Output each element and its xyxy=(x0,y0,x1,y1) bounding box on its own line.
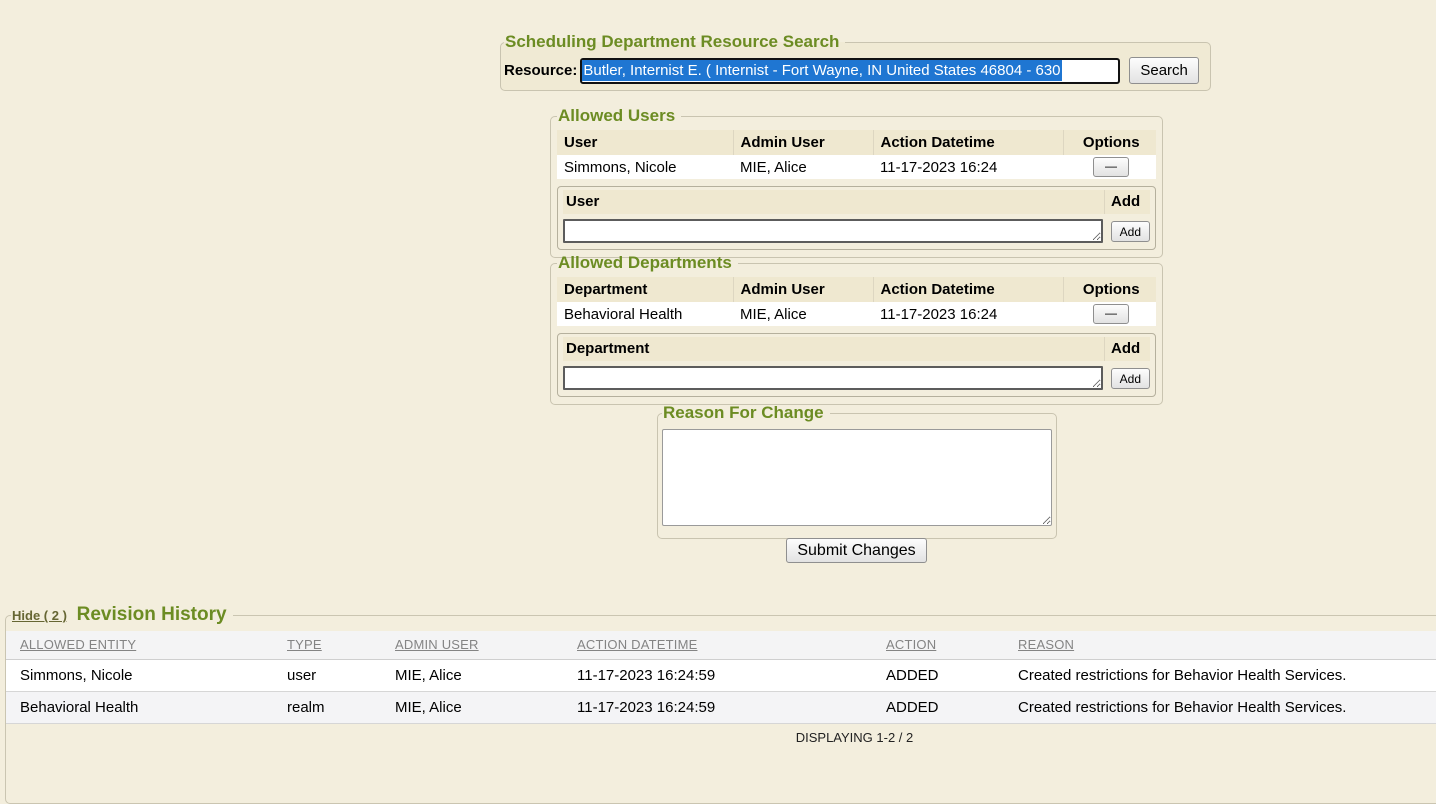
revision-admin: MIE, Alice xyxy=(389,692,571,724)
resource-search-legend: Scheduling Department Resource Search xyxy=(504,32,845,52)
revision-action: ADDED xyxy=(880,660,1012,692)
revision-admin: MIE, Alice xyxy=(389,660,571,692)
resource-search-fieldset: Scheduling Department Resource Search Re… xyxy=(500,32,1211,91)
reason-for-change-legend: Reason For Change xyxy=(662,403,830,423)
revision-datetime: 11-17-2023 16:24:59 xyxy=(571,692,880,724)
allowed-user-row: Simmons, Nicole MIE, Alice 11-17-2023 16… xyxy=(557,155,1156,179)
column-header-admin-user: Admin User xyxy=(733,130,873,155)
revision-reason: Created restrictions for Behavior Health… xyxy=(1012,692,1436,724)
column-header-action-datetime: Action Datetime xyxy=(873,277,1063,302)
revision-type: realm xyxy=(281,692,389,724)
resource-input[interactable]: Butler, Internist E. ( Internist - Fort … xyxy=(580,58,1120,84)
revision-datetime: 11-17-2023 16:24:59 xyxy=(571,660,880,692)
reason-for-change-fieldset: Reason For Change xyxy=(657,403,1057,539)
revision-history-legend: Hide ( 2 ) Revision History xyxy=(11,604,233,626)
allowed-user-name: Simmons, Nicole xyxy=(557,155,733,179)
add-department-box: Department Add Add xyxy=(557,333,1156,397)
column-header-options: Options xyxy=(1063,130,1156,155)
allowed-department-datetime: 11-17-2023 16:24 xyxy=(873,302,1063,326)
add-user-add-label: Add xyxy=(1104,190,1150,214)
revision-history-fieldset: Hide ( 2 ) Revision History ALLOWED ENTI… xyxy=(5,604,1436,804)
column-header-user: User xyxy=(557,130,733,155)
add-department-add-label: Add xyxy=(1104,337,1150,361)
allowed-department-row: Behavioral Health MIE, Alice 11-17-2023 … xyxy=(557,302,1156,326)
sort-type-link[interactable]: TYPE xyxy=(287,637,322,652)
revision-history-table: ALLOWED ENTITY TYPE ADMIN USER ACTION DA… xyxy=(6,631,1436,724)
add-user-box: User Add Add xyxy=(557,186,1156,250)
column-header-options: Options xyxy=(1063,277,1156,302)
allowed-departments-table: Department Admin User Action Datetime Op… xyxy=(557,277,1156,326)
revision-row: Behavioral Health realm MIE, Alice 11-17… xyxy=(6,692,1436,724)
add-user-row: Add xyxy=(563,219,1150,243)
revision-action: ADDED xyxy=(880,692,1012,724)
allowed-user-admin: MIE, Alice xyxy=(733,155,873,179)
allowed-departments-header-row: Department Admin User Action Datetime Op… xyxy=(557,277,1156,302)
sort-action-datetime-link[interactable]: ACTION DATETIME xyxy=(577,637,697,652)
allowed-department-admin: MIE, Alice xyxy=(733,302,873,326)
add-user-input[interactable] xyxy=(563,219,1103,243)
allowed-users-legend: Allowed Users xyxy=(557,106,681,126)
allowed-departments-fieldset: Allowed Departments Department Admin Use… xyxy=(550,253,1163,405)
hide-link[interactable]: Hide ( 2 ) xyxy=(12,608,67,623)
remove-department-button[interactable]: — xyxy=(1093,304,1129,324)
resource-row: Resource: Butler, Internist E. ( Interni… xyxy=(504,57,1206,84)
add-user-header: User Add xyxy=(563,190,1150,214)
allowed-departments-legend: Allowed Departments xyxy=(557,253,738,273)
revision-history-title: Revision History xyxy=(77,604,227,625)
allowed-users-fieldset: Allowed Users User Admin User Action Dat… xyxy=(550,106,1163,258)
allowed-users-table: User Admin User Action Datetime Options … xyxy=(557,130,1156,179)
revision-row: Simmons, Nicole user MIE, Alice 11-17-20… xyxy=(6,660,1436,692)
reason-textarea[interactable] xyxy=(662,429,1052,526)
revision-entity: Behavioral Health xyxy=(6,692,281,724)
column-header-action-datetime: Action Datetime xyxy=(873,130,1063,155)
submit-changes-button[interactable]: Submit Changes xyxy=(786,538,927,563)
column-header-admin-user: Admin User xyxy=(733,277,873,302)
revision-history-header-row: ALLOWED ENTITY TYPE ADMIN USER ACTION DA… xyxy=(6,631,1436,660)
allowed-users-header-row: User Admin User Action Datetime Options xyxy=(557,130,1156,155)
revision-entity: Simmons, Nicole xyxy=(6,660,281,692)
revision-reason: Created restrictions for Behavior Health… xyxy=(1012,660,1436,692)
add-department-input[interactable] xyxy=(563,366,1103,390)
revision-type: user xyxy=(281,660,389,692)
add-user-button[interactable]: Add xyxy=(1111,221,1150,242)
sort-action-link[interactable]: ACTION xyxy=(886,637,936,652)
add-department-column-label: Department xyxy=(563,337,1104,361)
add-department-button[interactable]: Add xyxy=(1111,368,1150,389)
scheduling-resource-restrictions-page: { "colors": { "page_bg": "#f3eedd", "bei… xyxy=(0,0,1436,749)
add-department-row: Add xyxy=(563,366,1150,390)
resource-label: Resource: xyxy=(504,62,577,79)
paging-status: DISPLAYING 1-2 / 2 xyxy=(6,724,1436,751)
allowed-user-datetime: 11-17-2023 16:24 xyxy=(873,155,1063,179)
resource-input-selected-text: Butler, Internist E. ( Internist - Fort … xyxy=(582,60,1061,81)
column-header-department: Department xyxy=(557,277,733,302)
add-department-header: Department Add xyxy=(563,337,1150,361)
allowed-department-name: Behavioral Health xyxy=(557,302,733,326)
add-user-column-label: User xyxy=(563,190,1104,214)
search-button[interactable]: Search xyxy=(1129,57,1199,84)
sort-reason-link[interactable]: REASON xyxy=(1018,637,1074,652)
sort-admin-user-link[interactable]: ADMIN USER xyxy=(395,637,479,652)
remove-user-button[interactable]: — xyxy=(1093,157,1129,177)
sort-allowed-entity-link[interactable]: ALLOWED ENTITY xyxy=(20,637,136,652)
